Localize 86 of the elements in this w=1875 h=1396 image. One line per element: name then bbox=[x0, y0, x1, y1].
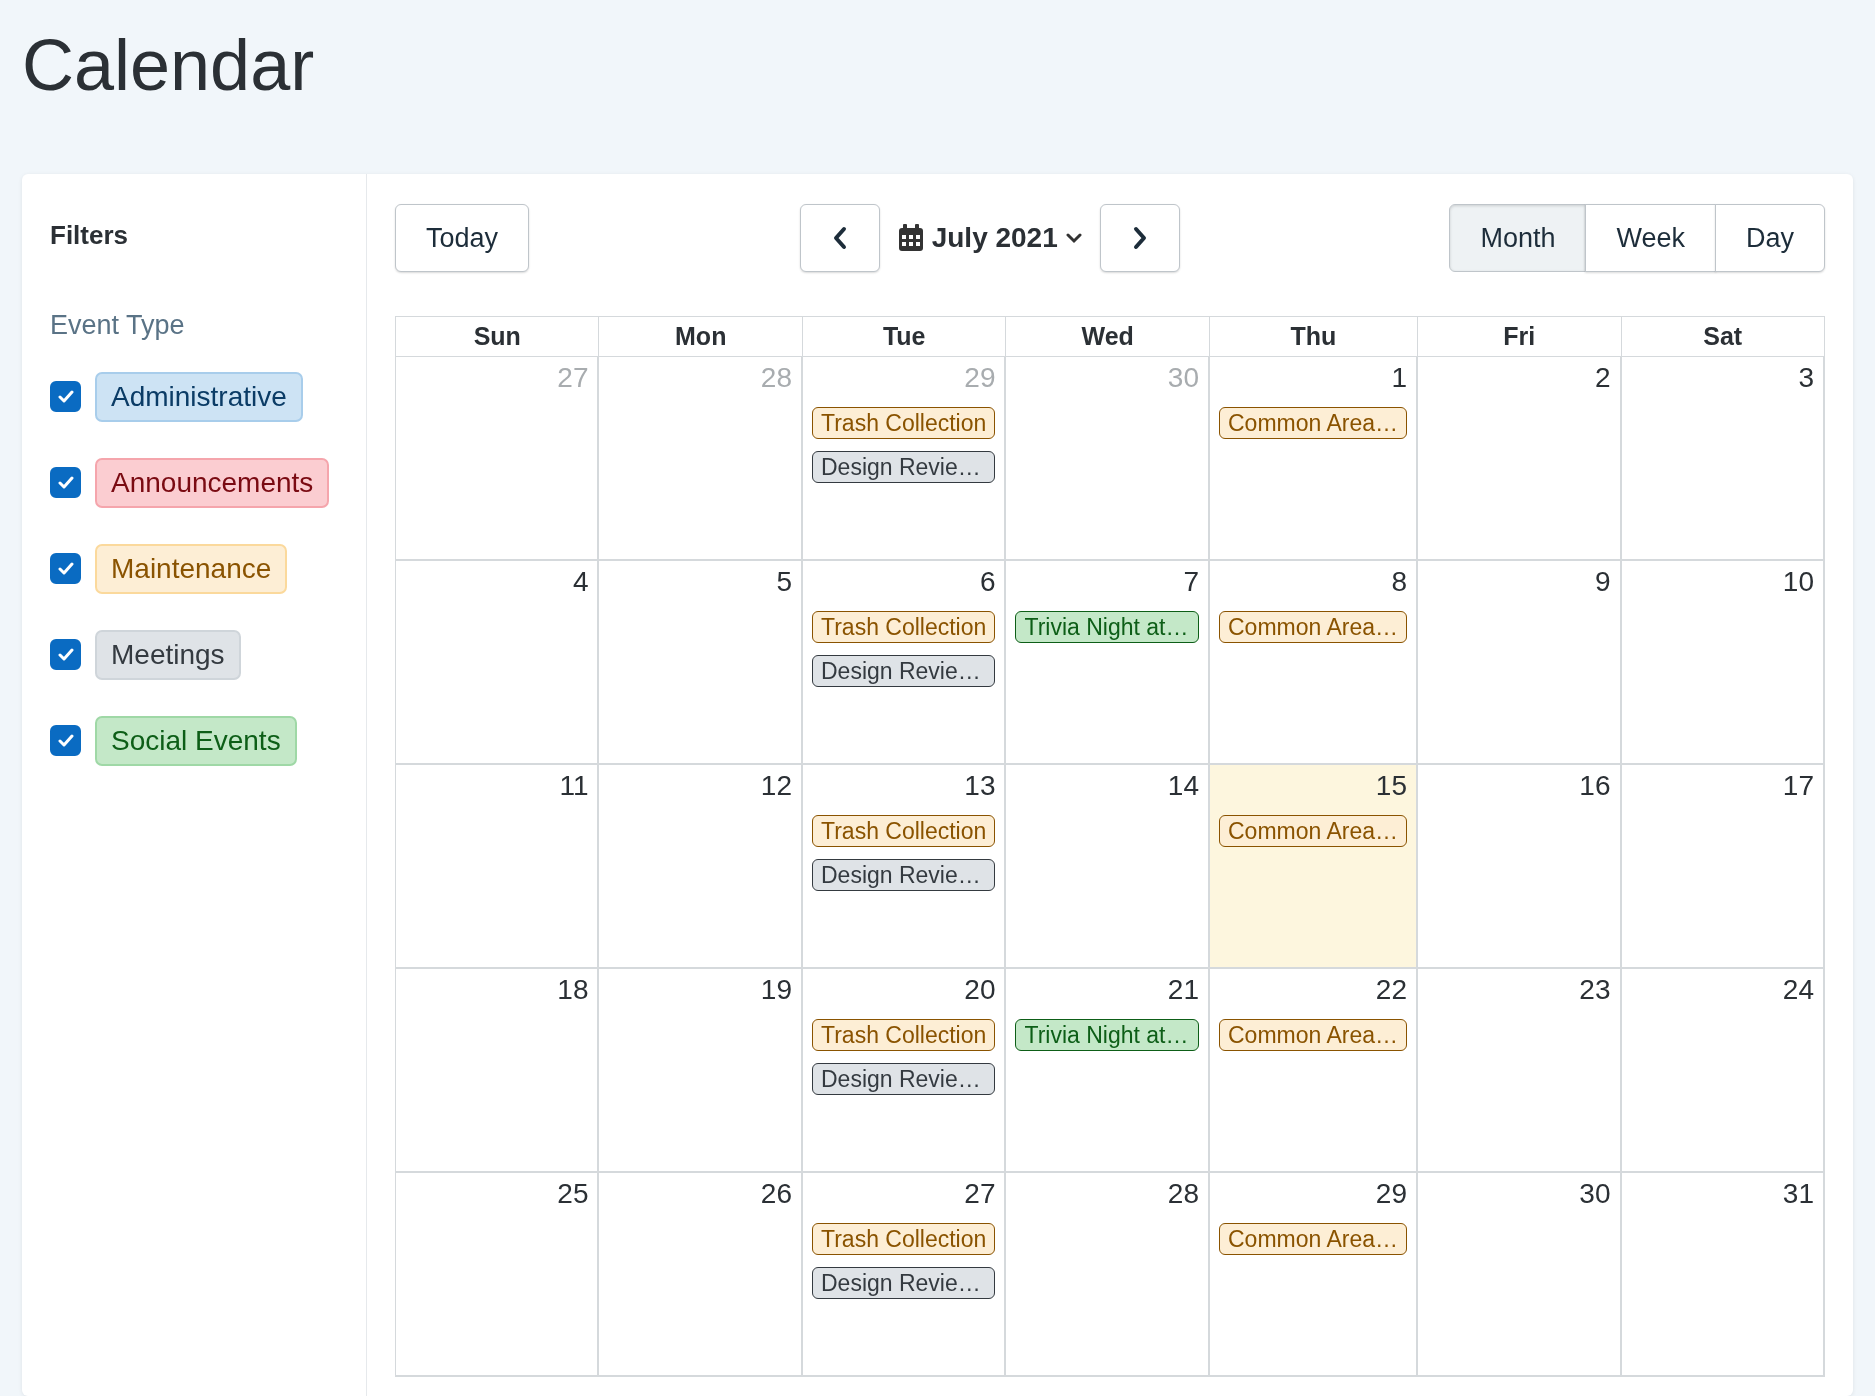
weekday-header: Thu bbox=[1210, 317, 1418, 357]
check-icon bbox=[57, 389, 74, 404]
weekday-header: Sat bbox=[1621, 317, 1825, 357]
day-number: 27 bbox=[557, 361, 589, 395]
month-picker[interactable]: July 2021 bbox=[887, 217, 1092, 259]
event-chip[interactable]: Common Area… bbox=[1219, 611, 1407, 643]
day-number: 24 bbox=[1782, 973, 1814, 1007]
day-number: 17 bbox=[1782, 769, 1814, 803]
day-number: 29 bbox=[964, 361, 996, 395]
checkbox[interactable] bbox=[50, 467, 81, 498]
event-chip[interactable]: Common Area… bbox=[1219, 407, 1407, 439]
calendar-icon bbox=[897, 224, 924, 252]
day-number: 8 bbox=[1391, 565, 1407, 599]
day-number: 1 bbox=[1391, 361, 1407, 395]
day-number: 11 bbox=[559, 769, 589, 803]
check-icon bbox=[57, 561, 74, 576]
check-icon bbox=[57, 475, 74, 490]
event-chip[interactable]: Trash Collection bbox=[812, 815, 996, 847]
day-number: 19 bbox=[760, 973, 792, 1007]
day-number: 10 bbox=[1782, 565, 1814, 599]
filter-tag: Meetings bbox=[95, 629, 241, 680]
check-icon bbox=[57, 647, 74, 662]
event-chip[interactable]: Trivia Night at… bbox=[1015, 611, 1199, 643]
filters-heading: Filters bbox=[50, 219, 130, 252]
event-chip[interactable]: Trash Collection bbox=[812, 407, 996, 439]
page-title: Calendar bbox=[21, 24, 316, 107]
event-chip[interactable]: Trash Collection bbox=[812, 1019, 996, 1051]
filter-tag: Social Events bbox=[95, 715, 297, 766]
day-number: 12 bbox=[760, 769, 792, 803]
day-number: 16 bbox=[1579, 769, 1611, 803]
event-chip[interactable]: Common Area… bbox=[1219, 1019, 1407, 1051]
checkbox[interactable] bbox=[50, 381, 81, 412]
weekday-header: Sun bbox=[396, 317, 600, 357]
chevron-left-icon bbox=[831, 226, 848, 250]
day-number: 2 bbox=[1594, 361, 1611, 395]
weekday-header: Tue bbox=[803, 317, 1007, 357]
today-button[interactable]: Today bbox=[395, 204, 530, 272]
day-number: 23 bbox=[1579, 973, 1611, 1007]
day-number: 14 bbox=[1167, 769, 1199, 803]
event-chip[interactable]: Design Revie… bbox=[812, 1063, 996, 1095]
day-number: 7 bbox=[1183, 565, 1199, 599]
day-number: 25 bbox=[557, 1177, 589, 1211]
weekday-header: Mon bbox=[599, 317, 803, 357]
view-tab[interactable]: Week bbox=[1585, 204, 1716, 272]
day-number: 20 bbox=[964, 973, 996, 1007]
day-number: 26 bbox=[760, 1177, 792, 1211]
day-number: 5 bbox=[776, 565, 792, 599]
filter-tag: Administrative bbox=[95, 371, 303, 422]
event-chip[interactable]: Common Area… bbox=[1219, 1223, 1407, 1255]
view-tab[interactable]: Day bbox=[1714, 204, 1825, 272]
day-number: 29 bbox=[1375, 1177, 1407, 1211]
day-number: 27 bbox=[964, 1177, 996, 1211]
event-chip[interactable]: Design Revie… bbox=[812, 859, 996, 891]
day-number: 3 bbox=[1798, 361, 1814, 395]
filter-tag: Announcements bbox=[95, 457, 330, 508]
day-number: 31 bbox=[1782, 1177, 1814, 1211]
day-number: 21 bbox=[1167, 973, 1199, 1007]
event-chip[interactable]: Design Revie… bbox=[812, 1267, 996, 1299]
checkbox[interactable] bbox=[50, 639, 81, 670]
view-tab[interactable]: Month bbox=[1449, 204, 1587, 272]
weekday-header: Fri bbox=[1418, 317, 1622, 357]
event-chip[interactable]: Trash Collection bbox=[812, 611, 996, 643]
filter-tag: Maintenance bbox=[95, 543, 288, 594]
filter-group-label: Event Type bbox=[50, 309, 186, 342]
day-number: 30 bbox=[1167, 361, 1199, 395]
checkbox[interactable] bbox=[50, 553, 81, 584]
day-number: 22 bbox=[1375, 973, 1407, 1007]
event-chip[interactable]: Design Revie… bbox=[812, 655, 996, 687]
day-number: 4 bbox=[572, 565, 589, 599]
day-number: 28 bbox=[760, 361, 792, 395]
weekday-header: Wed bbox=[1006, 317, 1210, 357]
event-chip[interactable]: Common Area… bbox=[1219, 815, 1407, 847]
checkbox[interactable] bbox=[50, 725, 81, 756]
event-chip[interactable]: Trivia Night at… bbox=[1015, 1019, 1199, 1051]
chevron-right-icon bbox=[1131, 226, 1148, 250]
day-number: 9 bbox=[1594, 565, 1611, 599]
day-number: 28 bbox=[1167, 1177, 1199, 1211]
day-number: 6 bbox=[979, 565, 996, 599]
day-number: 13 bbox=[964, 769, 996, 803]
event-chip[interactable]: Trash Collection bbox=[812, 1223, 996, 1255]
day-number: 30 bbox=[1579, 1177, 1611, 1211]
event-chip[interactable]: Design Revie… bbox=[812, 451, 996, 483]
caret-icon bbox=[1065, 232, 1082, 244]
day-number: 15 bbox=[1375, 769, 1407, 803]
check-icon bbox=[57, 733, 74, 748]
day-number: 18 bbox=[557, 973, 589, 1007]
